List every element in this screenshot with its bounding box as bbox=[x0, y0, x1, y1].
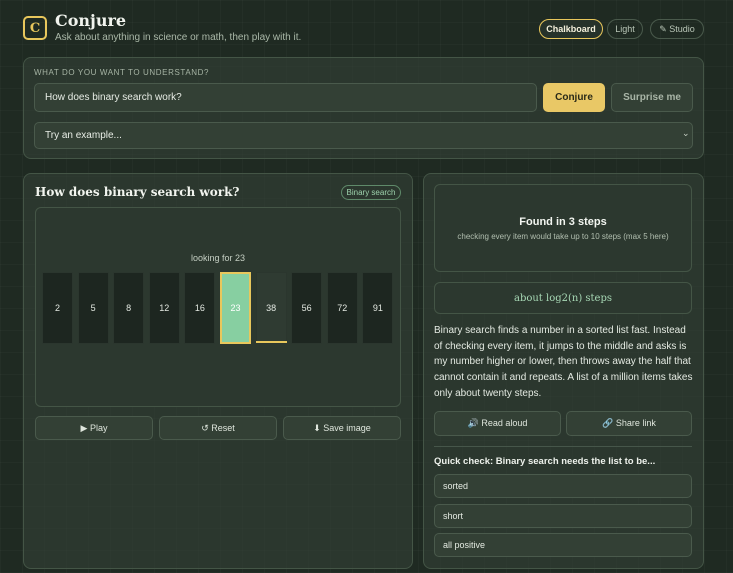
array-cell: 16 bbox=[184, 272, 216, 344]
array-cell: 38 bbox=[255, 272, 287, 344]
array-cell: 8 bbox=[113, 272, 145, 344]
array-cell: 5 bbox=[77, 272, 109, 344]
conjure-button[interactable]: Conjure bbox=[543, 83, 605, 112]
result-card bbox=[434, 184, 692, 272]
array-cell: 56 bbox=[291, 272, 323, 344]
array-cell: 91 bbox=[362, 272, 394, 344]
quiz-option-all-positive[interactable]: all positive bbox=[434, 533, 692, 557]
array-cell: 2 bbox=[42, 272, 73, 344]
mode-chalkboard-button[interactable]: Chalkboard bbox=[539, 19, 603, 39]
array-cell: 72 bbox=[326, 272, 358, 344]
reset-button[interactable]: ↺ Reset bbox=[159, 416, 277, 440]
mode-light-button[interactable]: Light bbox=[607, 19, 643, 39]
visualization-title: How does binary search work? bbox=[35, 185, 240, 199]
result-detail: checking every item would take up to 10 … bbox=[457, 232, 669, 241]
ask-label: WHAT DO YOU WANT TO UNDERSTAND? bbox=[34, 68, 210, 77]
share-link-button[interactable]: 🔗 Share link bbox=[566, 411, 692, 436]
array-cell: 23 bbox=[220, 272, 251, 344]
play-button[interactable]: ▶ Play bbox=[35, 416, 153, 440]
result-headline: Found in 3 steps bbox=[519, 216, 607, 228]
explanation-text: Binary search finds a number in a sorted… bbox=[434, 325, 693, 399]
topic-tag: Binary search bbox=[341, 185, 401, 200]
search-pointer bbox=[255, 341, 287, 343]
example-select-value: Try an example... bbox=[45, 130, 122, 141]
formula-card: about log2(n) steps bbox=[434, 282, 692, 314]
app-logo: C bbox=[23, 16, 47, 40]
mode-studio-button[interactable]: ✎ Studio bbox=[650, 19, 704, 39]
complexity-formula: about log2(n) steps bbox=[513, 292, 613, 304]
search-status: looking for 23 bbox=[190, 253, 246, 263]
example-select[interactable]: Try an example... bbox=[34, 122, 693, 149]
array-cell: 12 bbox=[148, 272, 180, 344]
question-input[interactable]: How does binary search work? bbox=[34, 83, 537, 112]
quiz-option-sorted[interactable]: sorted bbox=[434, 474, 692, 498]
quiz-question: Quick check: Binary search needs the lis… bbox=[434, 456, 656, 467]
app-title: Conjure bbox=[55, 11, 127, 30]
quiz-option-short[interactable]: short bbox=[434, 504, 692, 528]
read-aloud-button[interactable]: 🔊 Read aloud bbox=[434, 411, 561, 436]
app-subtitle: Ask about anything in science or math, t… bbox=[55, 32, 302, 43]
surprise-me-button[interactable]: Surprise me bbox=[611, 83, 693, 112]
chevron-down-icon: ⌄ bbox=[682, 128, 690, 138]
divider bbox=[434, 446, 692, 447]
save-image-button[interactable]: ⬇ Save image bbox=[283, 416, 401, 440]
